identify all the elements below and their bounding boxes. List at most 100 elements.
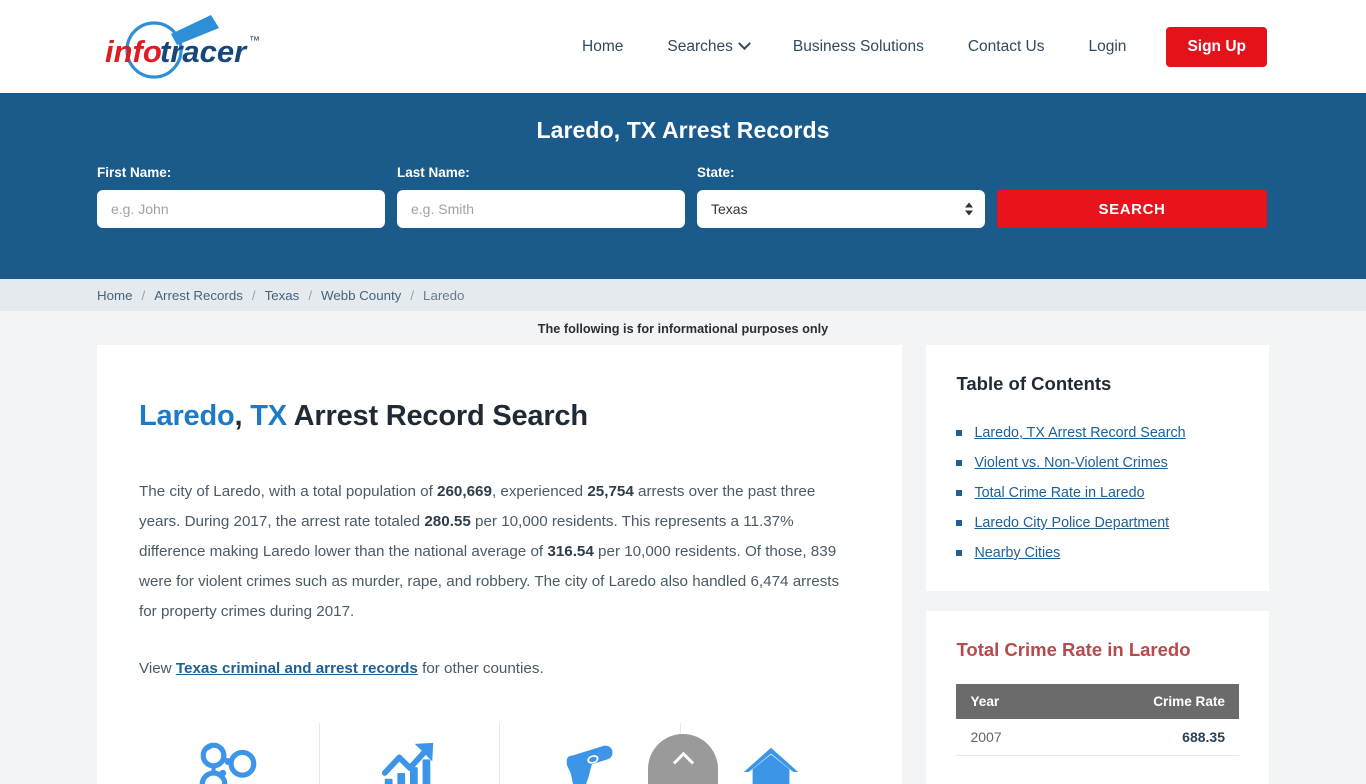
nav-item-business-solutions[interactable]: Business Solutions [771,38,946,56]
hero-search-section: Laredo, TX Arrest Records First Name: La… [0,93,1366,279]
table-header-row: Year Crime Rate [956,684,1239,719]
nav-label: Home [582,38,623,56]
view-text-post: for other counties. [418,660,544,677]
breadcrumb-separator: / [252,288,256,303]
nav-label: Searches [667,38,732,56]
breadcrumb-item-arrest-records[interactable]: Arrest Records [154,288,243,303]
article-heading: Laredo, TX Arrest Record Search [139,400,860,433]
stats-text-2: , experienced [492,483,587,500]
category-icon-row [139,723,860,784]
total-crime-rate-card: Total Crime Rate in Laredo Year Crime Ra… [926,611,1269,784]
square-bullet-icon [956,460,962,466]
nav-label: Login [1089,38,1127,56]
column-header-year: Year [956,684,1061,719]
heading-city: Laredo [139,400,235,432]
main-navigation: Home Searches Business Solutions Contact… [560,0,1267,93]
cell-crime-rate: 688.35 [1062,719,1239,756]
page-title: Laredo, TX Arrest Records [0,117,1366,144]
magnifier-icon: info tracer ™ [97,12,277,82]
chevron-down-icon [738,37,751,50]
breadcrumb-separator: / [141,288,145,303]
heading-state: TX [250,400,287,432]
toc-list: Laredo, TX Arrest Record Search Violent … [956,425,1239,561]
nav-item-login[interactable]: Login [1067,38,1149,56]
view-text-pre: View [139,660,176,677]
site-header: info tracer ™ Home Searches Business Sol… [0,0,1366,93]
site-logo[interactable]: info tracer ™ [97,12,277,82]
square-bullet-icon [956,520,962,526]
handgun-icon [559,740,621,784]
state-field-group: State: Texas [697,165,985,228]
breadcrumb-item-webb-county[interactable]: Webb County [321,288,401,303]
breadcrumb-separator: / [308,288,312,303]
toc-link-nearby-cities[interactable]: Nearby Cities [974,545,1060,561]
toc-item[interactable]: Laredo, TX Arrest Record Search [956,425,1239,441]
heading-comma: , [235,400,251,432]
cell-year: 2007 [956,719,1061,756]
column-header-crime-rate: Crime Rate [1062,684,1239,719]
breadcrumb: Home / Arrest Records / Texas / Webb Cou… [0,279,1366,311]
crime-rate-table-body: 2007 688.35 [956,719,1239,756]
crime-rate-table: Year Crime Rate 2007 688.35 [956,684,1239,756]
nav-item-home[interactable]: Home [560,38,645,56]
toc-link-police-department[interactable]: Laredo City Police Department [974,515,1169,531]
search-button[interactable]: SEARCH [997,190,1267,228]
toc-link-violent-vs-nonviolent[interactable]: Violent vs. Non-Violent Crimes [974,455,1167,471]
breadcrumb-separator: / [410,288,414,303]
sign-up-button[interactable]: Sign Up [1166,27,1267,67]
first-name-input[interactable] [97,190,385,228]
stat-population: 260,669 [437,483,492,500]
arrest-records-search-form: First Name: Last Name: State: Texas SEAR… [97,165,1267,228]
table-of-contents-card: Table of Contents Laredo, TX Arrest Reco… [926,345,1269,591]
svg-text:™: ™ [249,35,260,47]
state-select-wrapper: Texas [697,190,985,228]
icon-cell-crime-rate[interactable] [320,723,501,784]
state-label: State: [697,165,985,180]
main-content-card: Laredo, TX Arrest Record Search The city… [97,345,902,784]
last-name-label: Last Name: [397,165,685,180]
sidebar: Table of Contents Laredo, TX Arrest Reco… [926,345,1269,784]
chevron-up-icon [672,751,693,772]
svg-text:info: info [105,34,162,69]
stat-arrest-rate: 280.55 [424,513,470,530]
article-paragraph-stats: The city of Laredo, with a total populat… [139,477,860,627]
first-name-label: First Name: [97,165,385,180]
crime-rate-title: Total Crime Rate in Laredo [956,639,1239,661]
svg-text:tracer: tracer [160,34,248,69]
toc-item[interactable]: Violent vs. Non-Violent Crimes [956,455,1239,471]
stat-arrests: 25,754 [587,483,633,500]
crime-rate-table-head: Year Crime Rate [956,684,1239,719]
heading-rest: Arrest Record Search [287,400,588,432]
texas-records-link[interactable]: Texas criminal and arrest records [176,660,418,677]
first-name-field-group: First Name: [97,165,385,228]
state-select[interactable]: Texas [697,190,985,228]
nav-item-contact-us[interactable]: Contact Us [946,38,1067,56]
square-bullet-icon [956,490,962,496]
breadcrumb-item-home[interactable]: Home [97,288,132,303]
page-body: Laredo, TX Arrest Record Search The city… [0,345,1366,784]
informational-notice: The following is for informational purpo… [0,311,1366,345]
handcuffs-icon [196,738,262,784]
icon-cell-arrests[interactable] [139,723,320,784]
nav-label: Contact Us [968,38,1045,56]
square-bullet-icon [956,550,962,556]
house-icon [740,740,802,784]
last-name-input[interactable] [397,190,685,228]
stats-text-1: The city of Laredo, with a total populat… [139,483,437,500]
last-name-field-group: Last Name: [397,165,685,228]
stat-national-average: 316.54 [547,543,593,560]
toc-title: Table of Contents [956,373,1239,395]
nav-label: Business Solutions [793,38,924,56]
nav-item-searches[interactable]: Searches [645,38,770,56]
breadcrumb-item-texas[interactable]: Texas [265,288,300,303]
toc-link-arrest-record-search[interactable]: Laredo, TX Arrest Record Search [974,425,1185,441]
breadcrumb-item-laredo: Laredo [423,288,464,303]
toc-item[interactable]: Nearby Cities [956,545,1239,561]
square-bullet-icon [956,430,962,436]
toc-item[interactable]: Total Crime Rate in Laredo [956,485,1239,501]
toc-item[interactable]: Laredo City Police Department [956,515,1239,531]
table-row: 2007 688.35 [956,719,1239,756]
article-paragraph-view-link: View Texas criminal and arrest records f… [139,654,860,684]
growth-chart-icon [378,740,440,784]
toc-link-total-crime-rate[interactable]: Total Crime Rate in Laredo [974,485,1144,501]
